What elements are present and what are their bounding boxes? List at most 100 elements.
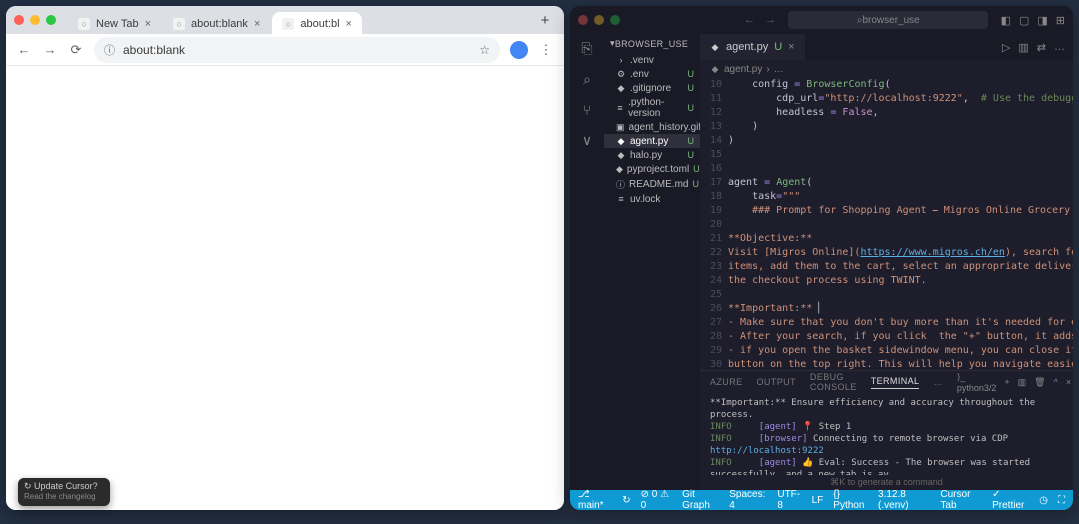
panel-toggle-left-icon[interactable]: ◧ [1001,14,1011,27]
nav-fwd-icon[interactable]: → [765,14,776,26]
chevron-up-icon[interactable]: ^ [1054,377,1058,387]
update-toast[interactable]: ↻ Update Cursor? Read the changelog [18,478,110,506]
file-status: U [688,69,695,79]
kill-terminal-icon[interactable]: 🗑 [1034,377,1045,388]
file-name: uv.lock [630,194,660,205]
panel-tab[interactable]: DEBUG CONSOLE [810,372,857,392]
search-icon[interactable]: ⌕ [583,71,591,88]
file-name: .env [630,69,649,80]
zoom-icon[interactable] [46,15,56,25]
new-tab-button[interactable]: + [534,9,556,31]
title-nav[interactable]: ←→ [744,14,776,26]
panel-toggle-right-icon[interactable]: ◨ [1037,14,1047,27]
file-icon: ⚙ [616,69,626,80]
layout-icon[interactable]: ⊞ [1056,14,1065,27]
status-item[interactable]: Cursor Tab [940,489,982,510]
status-item[interactable]: LF [812,495,824,506]
more-icon[interactable]: … [1054,41,1065,53]
window-controls[interactable] [14,15,56,25]
favicon: ○ [282,18,294,30]
status-item[interactable]: ↻ [622,495,630,506]
file-item[interactable]: ◆pyproject.tomlU [604,162,700,176]
python-file-icon: ◆ [710,64,720,75]
chevron-down-icon[interactable]: ∨ [582,132,592,149]
editor-window: ←→ ⌕ browser_use ◧ ▢ ◨ ⊞ ⎘ ⌕ ⑂ ∨ ▾ BROWS… [570,6,1073,510]
close-tab-icon[interactable]: × [346,18,352,30]
diff-icon[interactable]: ⇄ [1037,41,1046,54]
add-terminal-icon[interactable]: + [1004,377,1009,387]
run-icon[interactable]: ▷ [1002,41,1010,54]
panel-tab[interactable]: OUTPUT [757,377,796,387]
close-tab-icon[interactable]: × [145,18,151,30]
file-item[interactable]: ⓘREADME.mdU [604,176,700,192]
window-controls[interactable] [578,15,620,25]
url-bar[interactable]: ⓘ about:blank ☆ [94,37,500,63]
panel-tab[interactable]: AZURE [710,377,743,387]
close-icon[interactable] [14,15,24,25]
file-item[interactable]: ≡uv.lock [604,192,700,206]
close-tab-icon[interactable]: × [254,18,260,30]
status-item[interactable]: ✓ Prettier [992,489,1029,510]
file-item[interactable]: ▣agent_history.gifU [604,120,700,134]
browser-tab[interactable]: ○about:blank× [163,12,270,34]
file-item[interactable]: ⚙ .env U [604,67,700,81]
bookmark-icon[interactable]: ☆ [479,43,490,57]
bottom-panel: AZURE OUTPUT DEBUG CONSOLE TERMINAL … ⟩_ pyth… [700,370,1073,490]
scm-icon[interactable]: ⑂ [583,102,591,118]
status-item[interactable]: ⎇ main* [578,489,612,510]
panel-toggle-bottom-icon[interactable]: ▢ [1019,14,1029,27]
editor-tab-agent[interactable]: ◆ agent.py U × [700,34,806,60]
close-icon[interactable] [578,15,588,25]
file-name: agent_history.gif [629,122,702,133]
zoom-icon[interactable] [610,15,620,25]
minimize-icon[interactable] [594,15,604,25]
split-icon[interactable]: ▥ [1018,41,1028,54]
status-item[interactable]: 3.12.8 (.venv) [878,489,930,510]
file-item[interactable]: ◆halo.pyU [604,148,700,162]
file-item[interactable]: ◆agent.pyU [604,134,700,148]
terminal-profile[interactable]: ⟩_ python3/2 [957,372,997,393]
panel-tab[interactable]: … [933,377,942,387]
file-name: .venv [630,55,654,66]
status-item[interactable]: {} Python [833,489,868,510]
browser-toolbar: ← → ⟳ ⓘ about:blank ☆ ⋮ [6,34,564,66]
command-center[interactable]: ⌕ browser_use [788,11,988,29]
url-text: about:blank [123,43,185,57]
file-status: U [692,179,699,189]
toast-title: Update Cursor? [34,481,98,491]
status-item[interactable]: Spaces: 4 [729,489,767,510]
reload-button[interactable]: ⟳ [68,42,84,58]
explorer-root[interactable]: ▾ BROWSER_USE [604,34,700,53]
breadcrumb[interactable]: ◆ agent.py › … [700,60,1073,78]
status-item[interactable]: Git Graph [682,489,719,510]
back-button[interactable]: ← [16,42,32,57]
explorer-panel: ▾ BROWSER_USE ›.venv ⚙ .env U ◆.gitignoreU≡.… [604,34,700,490]
nav-back-icon[interactable]: ← [744,14,755,26]
file-item[interactable]: ≡.python-versionU [604,95,700,120]
split-terminal-icon[interactable]: ▥ [1018,377,1027,388]
file-name: README.md [629,179,688,190]
explorer-icon[interactable]: ⎘ [581,40,592,57]
browser-tab[interactable]: ○about:bl× [272,12,362,34]
close-panel-icon[interactable]: × [1066,377,1071,387]
status-item[interactable]: ⛶ [1058,495,1065,506]
overflow-menu-icon[interactable]: ⋮ [538,42,554,58]
panel-tab[interactable]: TERMINAL [871,376,920,389]
close-tab-icon[interactable]: × [788,41,794,53]
browser-tab[interactable]: ○New Tab× [68,12,161,34]
forward-button[interactable]: → [42,42,58,57]
python-file-icon: ◆ [710,42,720,53]
site-info-icon[interactable]: ⓘ [104,42,115,58]
status-item[interactable]: ◷ [1039,495,1048,506]
profile-avatar[interactable] [510,41,528,59]
favicon: ○ [78,18,90,30]
code-editor[interactable]: 1011121314151617181920212223242526272829… [700,78,1073,370]
file-item[interactable]: ◆.gitignoreU [604,81,700,95]
status-item[interactable]: ⊘ 0 ⚠ 0 [641,489,673,510]
code-content[interactable]: config = BrowserConfig( cdp_url="http://… [728,78,1073,370]
file-item[interactable]: ›.venv [604,53,700,67]
minimize-icon[interactable] [30,15,40,25]
terminal-output[interactable]: **Important:** Ensure efficiency and acc… [700,393,1073,475]
status-item[interactable]: UTF-8 [777,489,801,510]
file-name: agent.py [630,136,668,147]
